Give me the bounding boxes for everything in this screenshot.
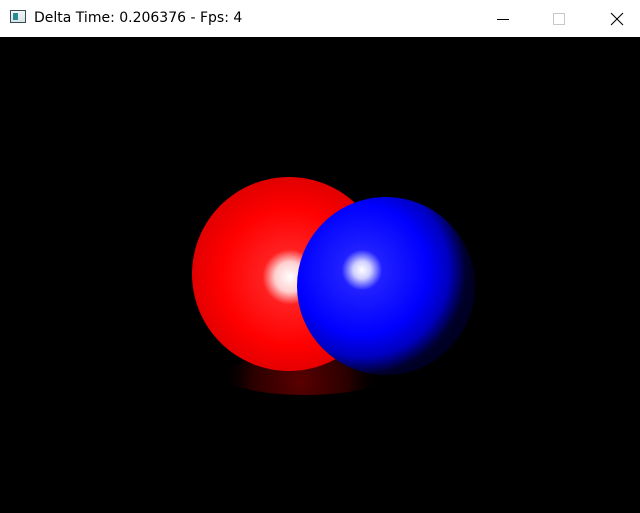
maximize-icon xyxy=(553,12,565,25)
close-button[interactable] xyxy=(594,0,640,37)
window-title: Delta Time: 0.206376 - Fps: 4 xyxy=(34,10,243,26)
minimize-button[interactable] xyxy=(480,0,526,37)
maximize-button[interactable] xyxy=(536,0,582,37)
minimize-icon xyxy=(497,18,509,20)
title-bar[interactable]: Delta Time: 0.206376 - Fps: 4 xyxy=(0,0,640,37)
blue-sphere xyxy=(297,197,475,375)
render-viewport[interactable] xyxy=(0,37,640,513)
app-window: Delta Time: 0.206376 - Fps: 4 xyxy=(0,0,640,513)
scene-canvas xyxy=(192,177,475,395)
close-icon xyxy=(610,12,624,25)
app-window-icon[interactable] xyxy=(10,10,26,23)
